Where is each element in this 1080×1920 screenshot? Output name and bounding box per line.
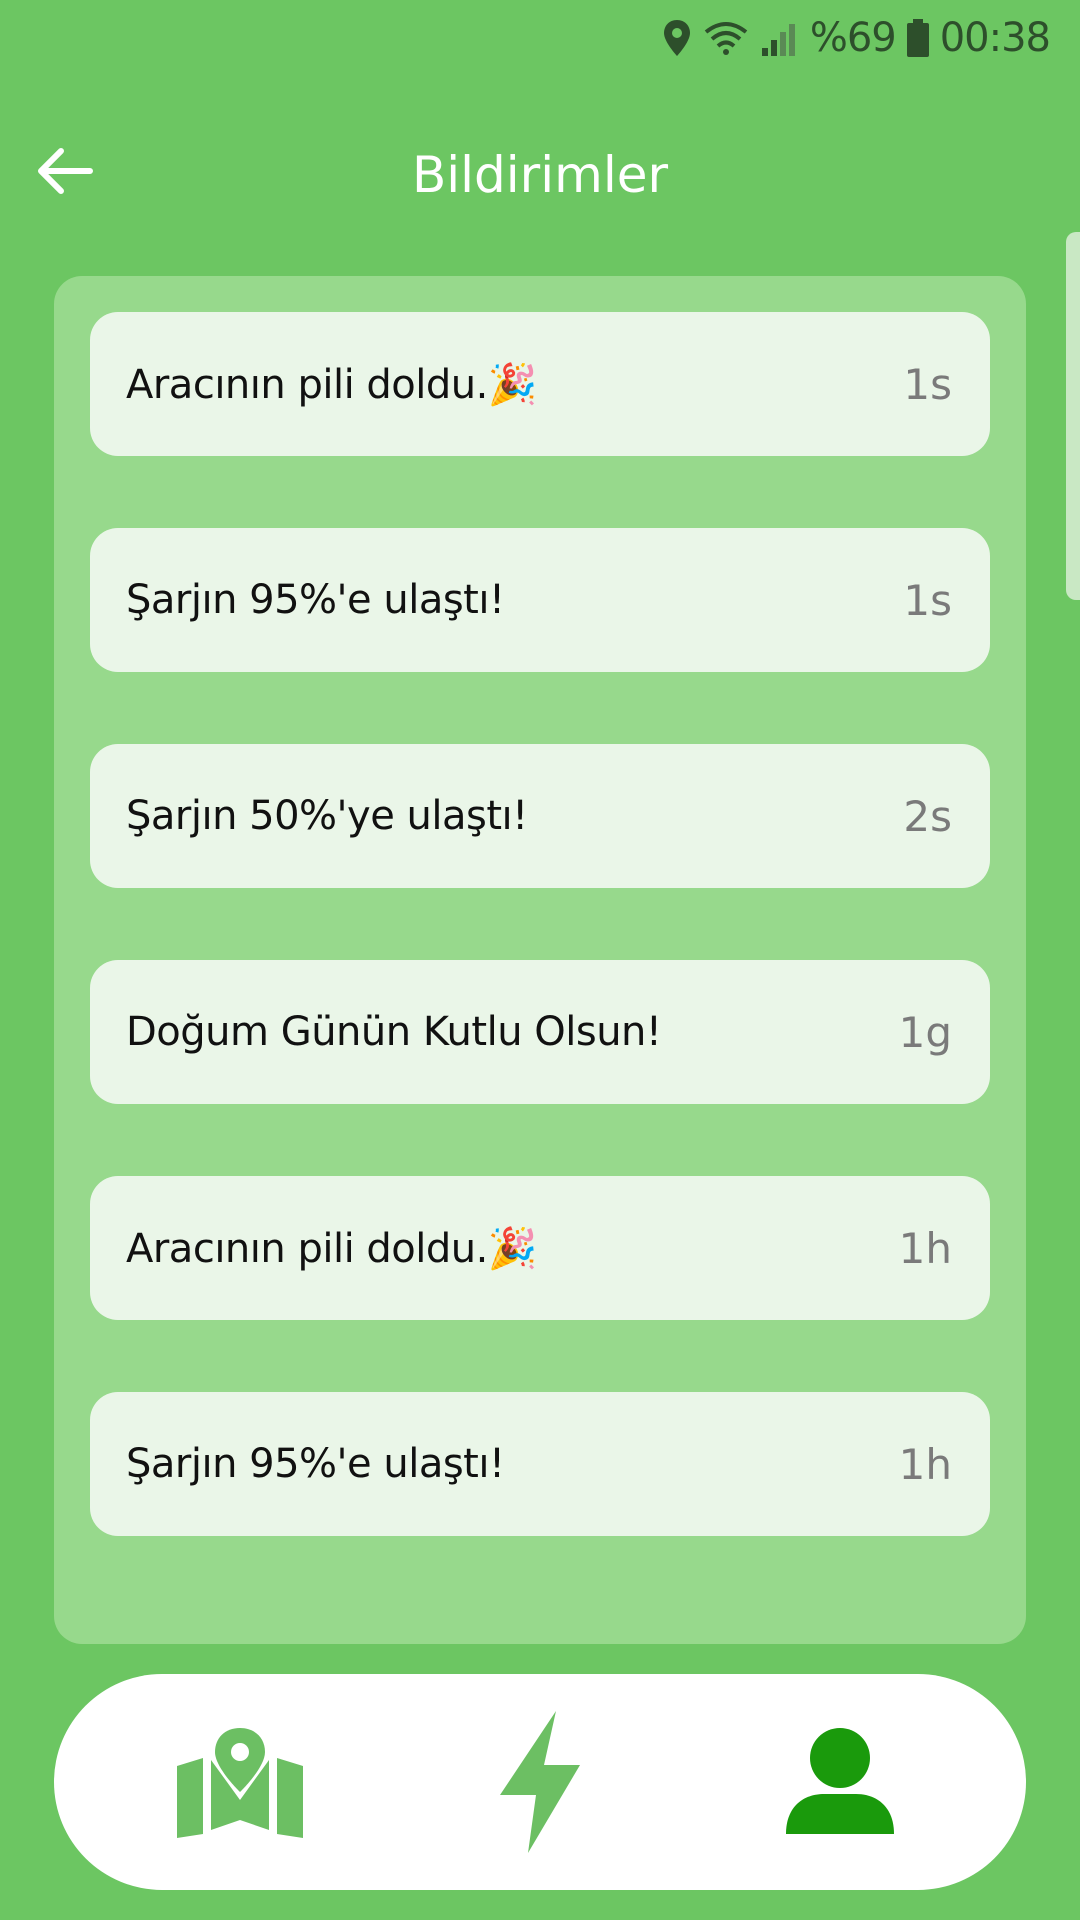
page-title: Bildirimler [411,146,669,204]
notification-item[interactable]: Doğum Günün Kutlu Olsun! 1g [90,960,990,1104]
notification-time: 1s [903,359,952,409]
notification-time: 1g [898,1007,952,1057]
notification-message: Şarjın 95%'e ulaştı! [126,1441,505,1487]
notification-time: 1h [898,1439,952,1489]
notification-time: 1h [898,1223,952,1273]
notification-message: Aracının pili doldu.🎉 [126,1225,538,1272]
profile-icon [786,1728,894,1834]
notification-item[interactable]: Aracının pili doldu.🎉 1s [90,312,990,456]
notifications-panel: Aracının pili doldu.🎉 1s Şarjın 95%'e ul… [54,276,1026,1644]
status-bar: %69 00:38 [660,0,1080,76]
notification-item[interactable]: Şarjın 95%'e ulaştı! 1h [90,1392,990,1536]
battery-percentage: %69 [809,15,897,61]
lightning-icon [500,1711,580,1853]
clock: 00:38 [939,15,1051,61]
signal-icon [760,18,800,58]
notification-item[interactable]: Şarjın 95%'e ulaştı! 1s [90,528,990,672]
notification-item[interactable]: Aracının pili doldu.🎉 1h [90,1176,990,1320]
map-icon [177,1728,303,1838]
notification-message: Aracının pili doldu.🎉 [126,361,538,408]
bottom-nav [54,1674,1026,1890]
notification-time: 1s [903,575,952,625]
notification-time: 2s [903,791,952,841]
notification-message: Şarjın 95%'e ulaştı! [126,577,505,623]
nav-profile-button[interactable] [750,1674,930,1890]
location-icon [662,18,692,58]
nav-map-button[interactable] [150,1674,330,1890]
wifi-icon [702,18,750,58]
scroll-indicator[interactable] [1066,232,1080,600]
notification-item[interactable]: Şarjın 50%'ye ulaştı! 2s [90,744,990,888]
battery-icon [906,18,930,58]
notification-message: Doğum Günün Kutlu Olsun! [126,1009,662,1055]
notification-message: Şarjın 50%'ye ulaştı! [126,793,528,839]
nav-charging-button[interactable] [450,1674,630,1890]
